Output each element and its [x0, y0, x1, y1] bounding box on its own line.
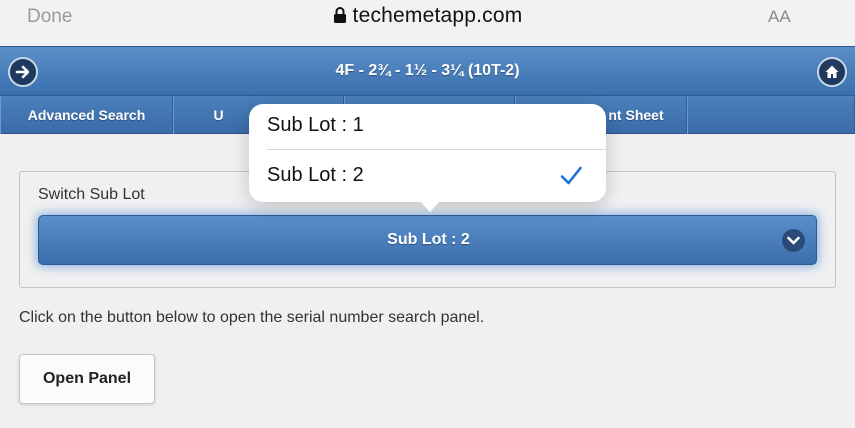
instructions-text: Click on the button below to open the se…	[19, 309, 485, 326]
tab-advanced-search[interactable]: Advanced Search	[0, 96, 173, 134]
url-text: techemetapp.com	[352, 4, 523, 27]
tab-5[interactable]	[687, 96, 855, 134]
sub-lot-popover: Sub Lot : 1 Sub Lot : 2	[249, 104, 606, 202]
divider	[267, 149, 606, 150]
page-header: 4F - 2¾ - 1½ - 3¼ (10T-2)	[0, 46, 855, 96]
home-button[interactable]	[817, 57, 847, 87]
popover-arrow	[417, 198, 443, 212]
address-bar[interactable]: techemetapp.com	[0, 4, 855, 29]
option-label: Sub Lot : 1	[267, 114, 364, 136]
checkmark-icon	[560, 166, 582, 185]
browser-toolbar: Done techemetapp.com AA	[0, 0, 855, 46]
text-size-button[interactable]: AA	[768, 7, 791, 27]
option-label: Sub Lot : 2	[267, 164, 364, 186]
home-icon	[825, 65, 839, 78]
sub-lot-option-1[interactable]: Sub Lot : 1	[249, 104, 606, 152]
sub-lot-label: Switch Sub Lot	[38, 186, 145, 203]
sub-lot-select[interactable]: Sub Lot : 2	[38, 215, 817, 265]
sub-lot-option-2[interactable]: Sub Lot : 2	[249, 154, 606, 202]
open-panel-button[interactable]: Open Panel	[19, 354, 155, 404]
sub-lot-selected: Sub Lot : 2	[387, 231, 470, 248]
page-title: 4F - 2¾ - 1½ - 3¼ (10T-2)	[335, 62, 520, 79]
chevron-down-icon	[782, 229, 805, 252]
lock-icon	[333, 6, 347, 29]
